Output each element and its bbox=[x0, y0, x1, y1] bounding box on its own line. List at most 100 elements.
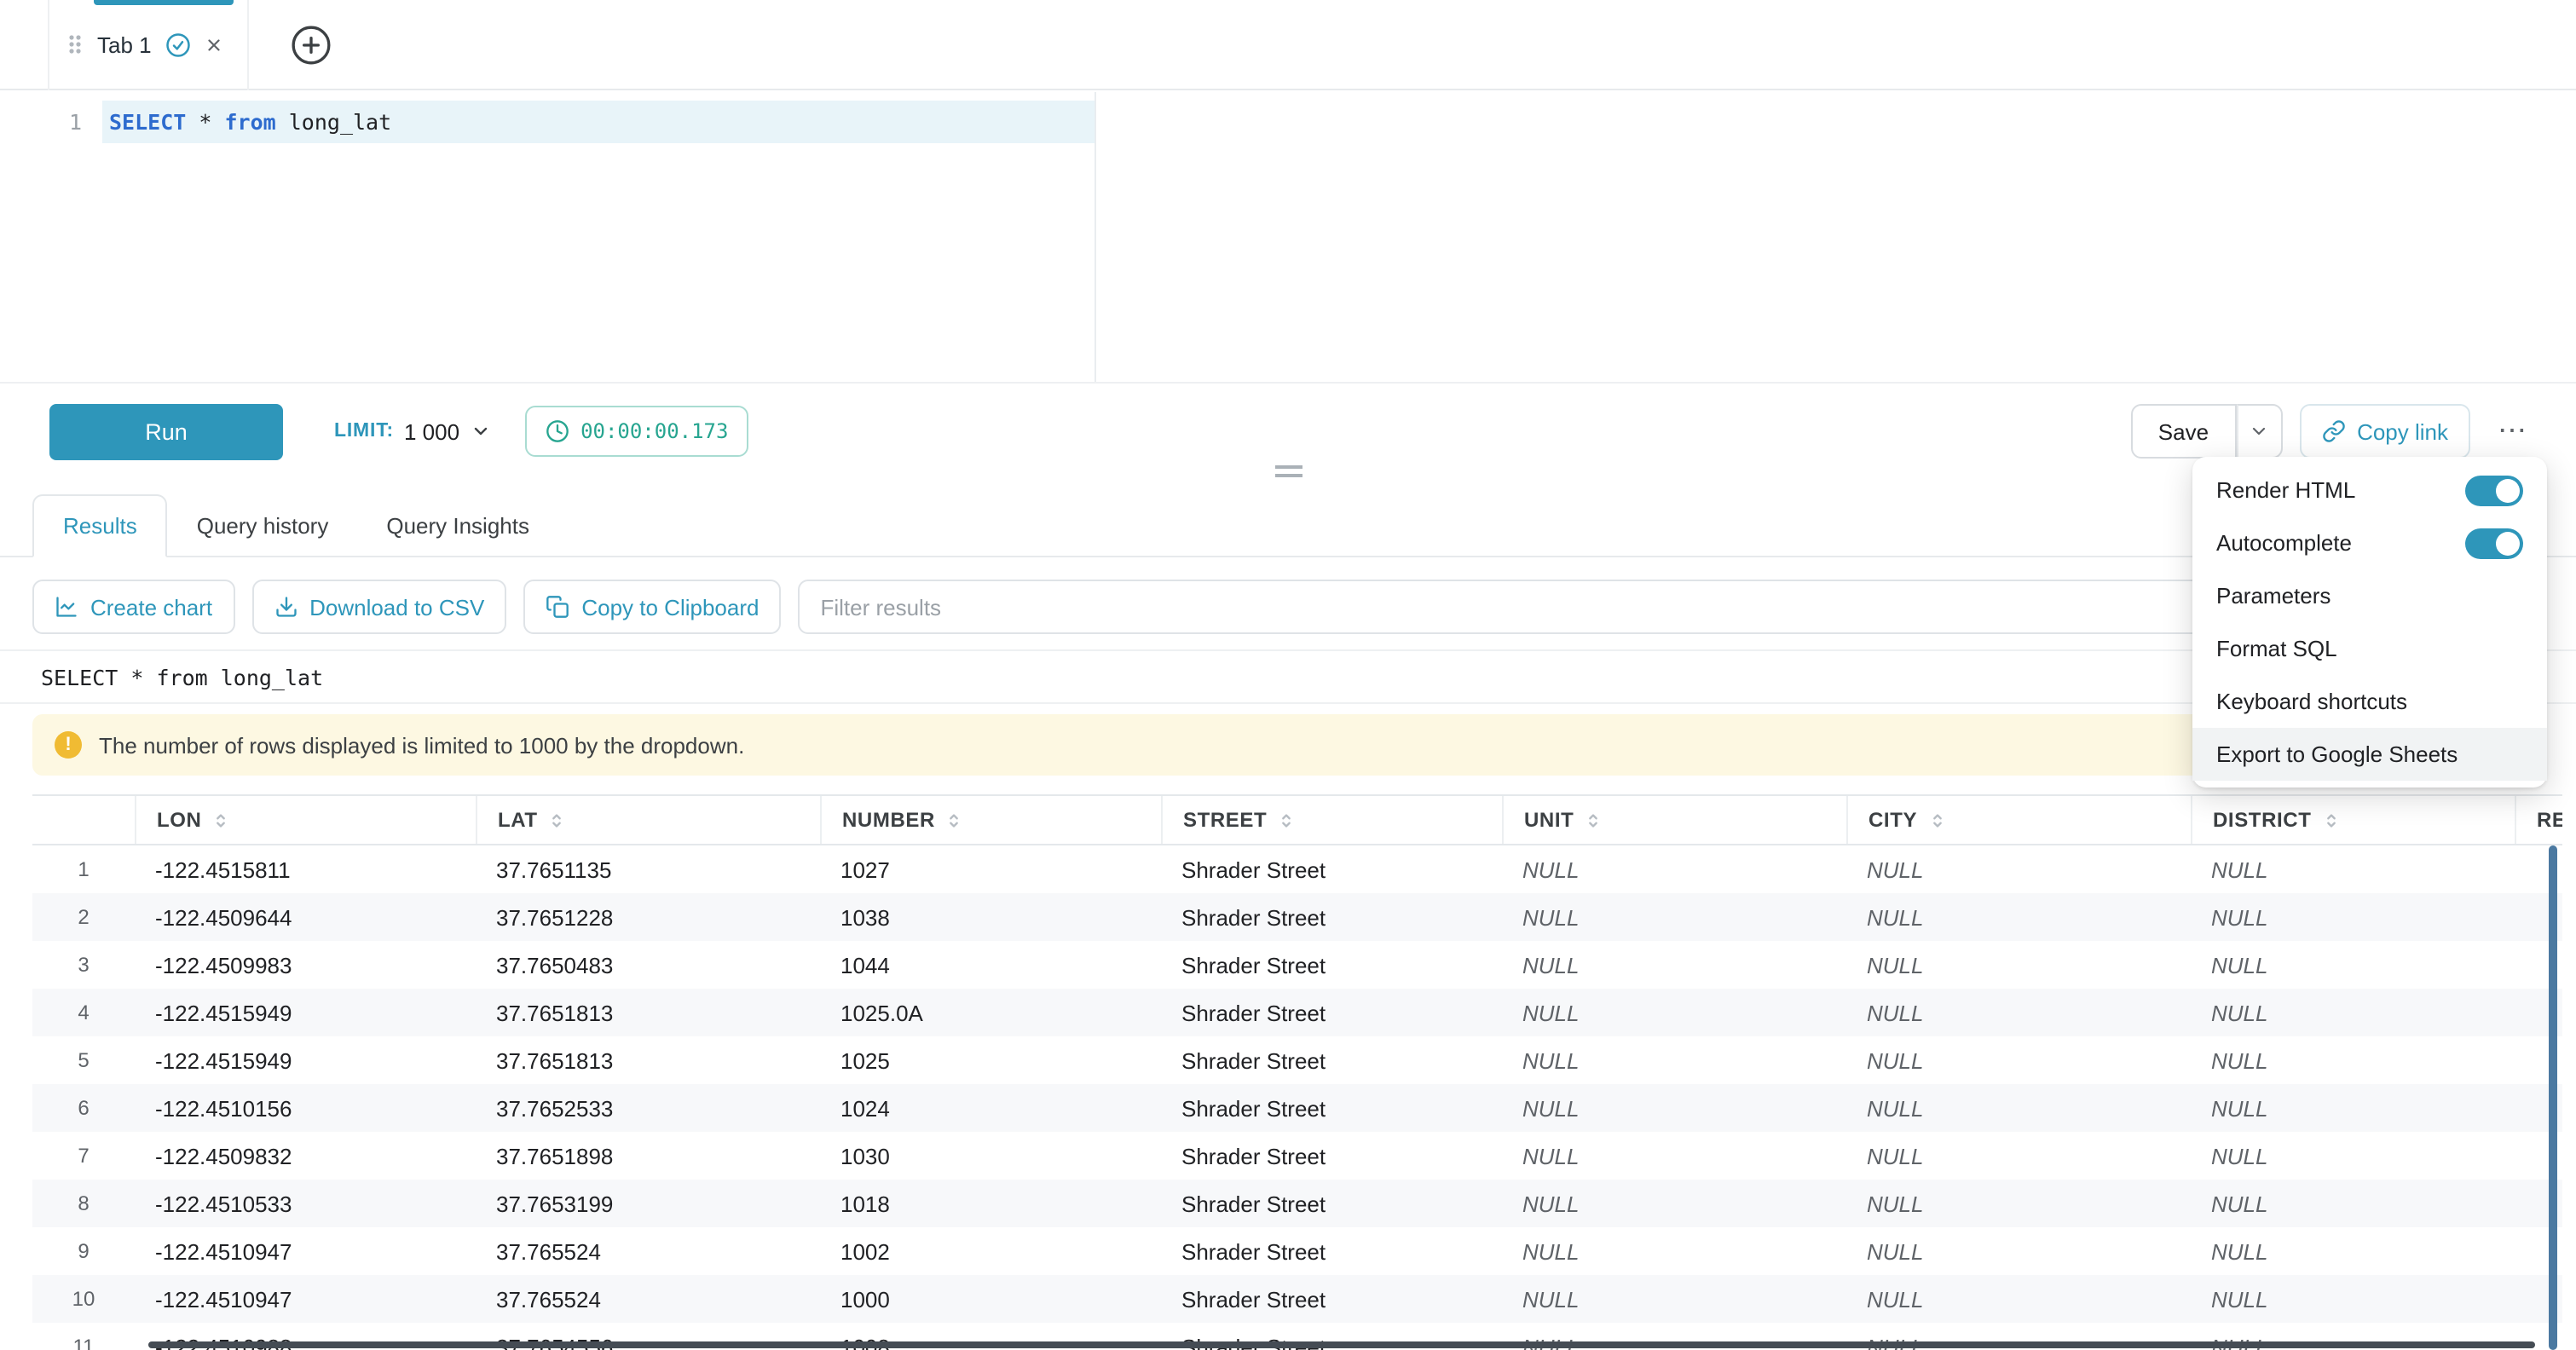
table-row[interactable]: 1-122.451581137.76511351027Shrader Stree… bbox=[32, 845, 2562, 893]
menu-item-parameters[interactable]: Parameters bbox=[2192, 569, 2547, 622]
create-chart-label: Create chart bbox=[90, 594, 212, 620]
table-row[interactable]: 2-122.450964437.76512281038Shrader Stree… bbox=[32, 893, 2562, 941]
menu-item-render-html[interactable]: Render HTML bbox=[2192, 464, 2547, 516]
save-dropdown-button[interactable] bbox=[2236, 404, 2282, 459]
vertical-scrollbar[interactable] bbox=[2549, 845, 2557, 1350]
toolbar-right-actions: Save Copy link ⋯ bbox=[2131, 404, 2538, 459]
menu-item-label: Render HTML bbox=[2216, 477, 2355, 503]
cell-number: 1030 bbox=[820, 1143, 1161, 1168]
row-number-cell: 6 bbox=[32, 1096, 135, 1120]
cell-unit: NULL bbox=[1502, 952, 1846, 978]
row-number-cell: 9 bbox=[32, 1239, 135, 1263]
sort-icon[interactable] bbox=[2321, 811, 2340, 829]
toggle-switch-on[interactable] bbox=[2465, 475, 2523, 505]
menu-item-label: Format SQL bbox=[2216, 636, 2337, 661]
tab-drag-icon[interactable] bbox=[66, 31, 84, 58]
cell-number: 1024 bbox=[820, 1095, 1161, 1121]
sort-icon[interactable] bbox=[945, 811, 964, 829]
limit-dropdown[interactable]: LIMIT: 1 000 bbox=[334, 418, 490, 444]
code-token: from bbox=[224, 109, 275, 135]
table-row[interactable]: 4-122.451594937.76518131025.0AShrader St… bbox=[32, 989, 2562, 1036]
editor-tab[interactable]: Tab 1 bbox=[48, 0, 249, 89]
column-header-city[interactable]: CITY bbox=[1846, 796, 2191, 844]
download-csv-button[interactable]: Download to CSV bbox=[251, 580, 506, 634]
column-header-number[interactable]: NUMBER bbox=[820, 796, 1161, 844]
cell-city: NULL bbox=[1846, 1191, 2191, 1216]
cell-unit: NULL bbox=[1502, 1286, 1846, 1312]
table-row[interactable]: 9-122.451094737.7655241002Shrader Street… bbox=[32, 1227, 2562, 1275]
create-chart-button[interactable]: Create chart bbox=[32, 580, 234, 634]
copy-link-label: Copy link bbox=[2357, 418, 2448, 444]
save-button[interactable]: Save bbox=[2131, 404, 2236, 459]
run-button[interactable]: Run bbox=[49, 403, 283, 459]
cell-lon: -122.4509983 bbox=[135, 952, 476, 978]
row-number-cell: 2 bbox=[32, 905, 135, 929]
menu-item-keyboard-shortcuts[interactable]: Keyboard shortcuts bbox=[2192, 675, 2547, 728]
active-tab-indicator bbox=[94, 0, 234, 4]
cell-lon: -122.4515811 bbox=[135, 857, 476, 882]
row-limit-warning: The number of rows displayed is limited … bbox=[32, 714, 2540, 776]
limit-label: LIMIT: bbox=[334, 421, 394, 441]
code-line-text: SELECT * from long_lat bbox=[109, 101, 391, 143]
menu-item-export-to-google-sheets[interactable]: Export to Google Sheets bbox=[2192, 728, 2547, 781]
menu-item-format-sql[interactable]: Format SQL bbox=[2192, 622, 2547, 675]
download-icon bbox=[274, 595, 297, 619]
copy-icon bbox=[546, 595, 569, 619]
table-row[interactable]: 6-122.451015637.76525331024Shrader Stree… bbox=[32, 1084, 2562, 1132]
horizontal-scrollbar[interactable] bbox=[148, 1341, 2535, 1348]
cell-city: NULL bbox=[1846, 952, 2191, 978]
table-row[interactable]: 8-122.451053337.76531991018Shrader Stree… bbox=[32, 1180, 2562, 1227]
code-token: SELECT bbox=[109, 109, 186, 135]
toggle-switch-on[interactable] bbox=[2465, 528, 2523, 558]
row-number-cell: 3 bbox=[32, 953, 135, 977]
sort-icon[interactable] bbox=[1927, 811, 1946, 829]
column-header-unit[interactable]: UNIT bbox=[1502, 796, 1846, 844]
tab-query-insights[interactable]: Query Insights bbox=[357, 496, 558, 556]
sort-icon[interactable] bbox=[1584, 811, 1603, 829]
more-options-button[interactable]: ⋯ bbox=[2487, 404, 2538, 459]
table-row[interactable]: 7-122.450983237.76518981030Shrader Stree… bbox=[32, 1132, 2562, 1180]
plus-circle-icon bbox=[291, 23, 333, 66]
table-header: LON LATNUMBERSTREETUNITCITYDISTRICTRE bbox=[32, 794, 2562, 845]
column-header-label: LON bbox=[157, 808, 201, 832]
table-row[interactable]: 10-122.451094737.7655241000Shrader Stree… bbox=[32, 1275, 2562, 1323]
sql-code-editor[interactable]: 1 SELECT * from long_lat bbox=[0, 92, 2576, 382]
cell-number: 1027 bbox=[820, 857, 1161, 882]
row-number-cell: 11 bbox=[32, 1335, 135, 1350]
copy-clipboard-button[interactable]: Copy to Clipboard bbox=[523, 580, 781, 634]
add-tab-button[interactable] bbox=[290, 22, 334, 66]
cell-unit: NULL bbox=[1502, 1238, 1846, 1264]
cell-lon: -122.4510156 bbox=[135, 1095, 476, 1121]
cell-number: 1002 bbox=[820, 1238, 1161, 1264]
cell-number: 1025.0A bbox=[820, 1000, 1161, 1025]
cell-district: NULL bbox=[2191, 1238, 2515, 1264]
table-row[interactable]: 5-122.451594937.76518131025Shrader Stree… bbox=[32, 1036, 2562, 1084]
cell-unit: NULL bbox=[1502, 857, 1846, 882]
sort-icon[interactable] bbox=[1277, 811, 1296, 829]
cell-city: NULL bbox=[1846, 1095, 2191, 1121]
column-header-district[interactable]: DISTRICT bbox=[2191, 796, 2515, 844]
column-header-lon[interactable]: LON bbox=[135, 796, 476, 844]
tab-results[interactable]: Results bbox=[32, 494, 168, 557]
sort-icon[interactable] bbox=[548, 811, 567, 829]
tab-label: Tab 1 bbox=[97, 32, 152, 57]
copy-link-button[interactable]: Copy link bbox=[2299, 404, 2470, 459]
column-header-lat[interactable]: LAT bbox=[476, 796, 820, 844]
cell-district: NULL bbox=[2191, 1047, 2515, 1073]
cell-district: NULL bbox=[2191, 1000, 2515, 1025]
sort-icon[interactable] bbox=[211, 811, 230, 829]
column-header-re[interactable]: RE bbox=[2515, 796, 2562, 844]
sql-preview-bar[interactable]: SELECT * from long_lat bbox=[0, 649, 2576, 704]
column-header-street[interactable]: STREET bbox=[1161, 796, 1502, 844]
menu-item-autocomplete[interactable]: Autocomplete bbox=[2192, 516, 2547, 569]
close-tab-icon[interactable] bbox=[205, 35, 223, 54]
code-token: long_lat bbox=[276, 109, 391, 135]
table-row[interactable]: 3-122.450998337.76504831044Shrader Stree… bbox=[32, 941, 2562, 989]
menu-item-label: Autocomplete bbox=[2216, 530, 2352, 556]
timer-value: 00:00:00.173 bbox=[580, 419, 728, 443]
cell-lon: -122.4509644 bbox=[135, 904, 476, 930]
panel-resize-handle[interactable] bbox=[1274, 465, 1302, 477]
cell-district: NULL bbox=[2191, 857, 2515, 882]
save-split-button: Save bbox=[2131, 404, 2282, 459]
tab-query-history[interactable]: Query history bbox=[168, 496, 358, 556]
